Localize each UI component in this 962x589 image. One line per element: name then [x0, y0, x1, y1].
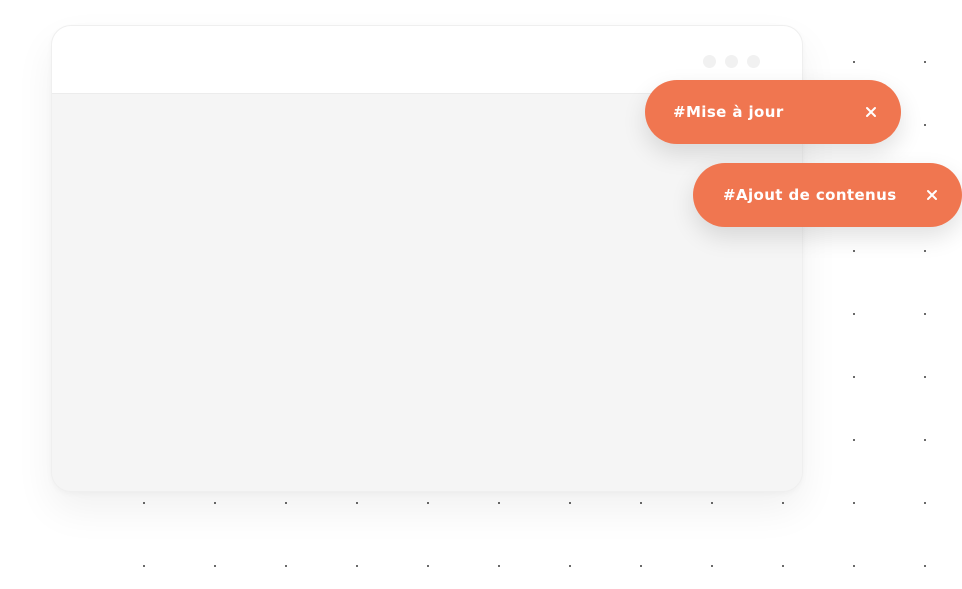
pattern-dot: [853, 61, 855, 63]
pattern-dot: [924, 502, 926, 504]
close-icon[interactable]: [863, 104, 879, 120]
pattern-dot: [356, 502, 358, 504]
pattern-dot: [853, 313, 855, 315]
browser-content-area: [52, 94, 802, 491]
pattern-dot: [427, 565, 429, 567]
pattern-dot: [853, 502, 855, 504]
pattern-dot: [569, 565, 571, 567]
pattern-dot: [143, 565, 145, 567]
pattern-dot: [924, 61, 926, 63]
pattern-dot: [214, 502, 216, 504]
pattern-dot: [782, 565, 784, 567]
pattern-dot: [427, 502, 429, 504]
pattern-dot: [498, 565, 500, 567]
window-dot-icon[interactable]: [725, 55, 738, 68]
pattern-dot: [924, 565, 926, 567]
tag-chip-ajout-de-contenus[interactable]: #Ajout de contenus: [693, 163, 962, 227]
tag-label: #Mise à jour: [673, 103, 784, 121]
pattern-dot: [853, 439, 855, 441]
pattern-dot: [853, 250, 855, 252]
tag-label: #Ajout de contenus: [723, 186, 897, 204]
pattern-dot: [924, 376, 926, 378]
pattern-dot: [143, 502, 145, 504]
pattern-dot: [356, 565, 358, 567]
pattern-dot: [214, 565, 216, 567]
pattern-dot: [569, 502, 571, 504]
pattern-dot: [782, 502, 784, 504]
pattern-dot: [924, 439, 926, 441]
pattern-dot: [498, 502, 500, 504]
pattern-dot: [924, 124, 926, 126]
pattern-dot: [853, 376, 855, 378]
close-icon[interactable]: [924, 187, 940, 203]
window-controls: [703, 55, 760, 68]
window-dot-icon[interactable]: [747, 55, 760, 68]
pattern-dot: [924, 250, 926, 252]
pattern-dot: [711, 502, 713, 504]
pattern-dot: [640, 565, 642, 567]
pattern-dot: [853, 565, 855, 567]
pattern-dot: [285, 565, 287, 567]
window-dot-icon[interactable]: [703, 55, 716, 68]
pattern-dot: [285, 502, 287, 504]
pattern-dot: [711, 565, 713, 567]
pattern-dot: [640, 502, 642, 504]
pattern-dot: [924, 313, 926, 315]
tag-chip-mise-a-jour[interactable]: #Mise à jour: [645, 80, 901, 144]
illustration-stage: #Mise à jour #Ajout de contenus: [0, 0, 962, 589]
